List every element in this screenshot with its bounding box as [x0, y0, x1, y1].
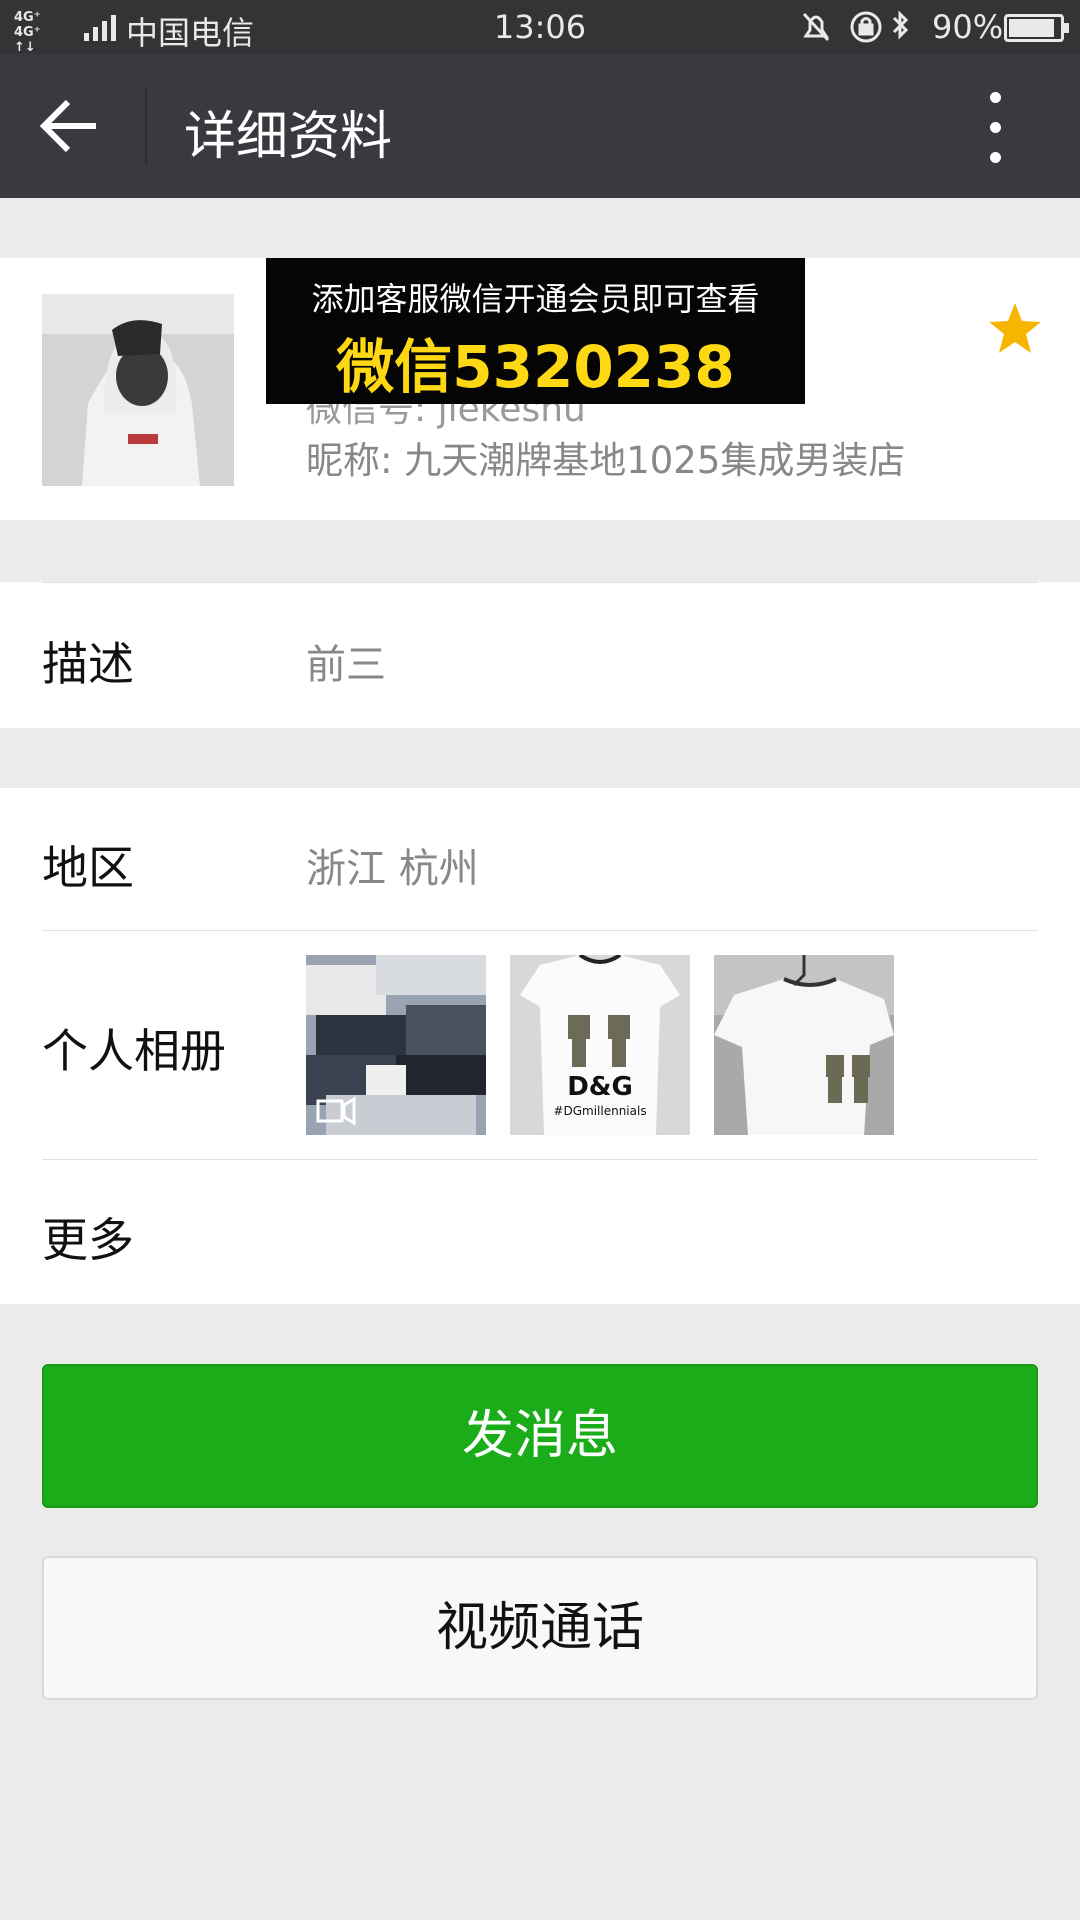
- more-label: 更多: [42, 1213, 134, 1267]
- nickname: 昵称: 九天潮牌基地1025集成男装店: [306, 439, 906, 482]
- back-arrow-icon[interactable]: [40, 98, 100, 154]
- album-thumbnail-tshirt-1[interactable]: D&G #DGmillennials: [510, 955, 690, 1135]
- more-row[interactable]: 更多: [0, 1160, 1080, 1304]
- info-section: 地区 浙江 杭州 个人相册 D&G #DGmillennials 更多: [0, 788, 1080, 1304]
- album-thumbnail-video[interactable]: [306, 955, 486, 1135]
- mute-bell-icon: [802, 12, 830, 42]
- star-icon[interactable]: [986, 300, 1044, 358]
- album-row[interactable]: 个人相册 D&G #DGmillennials: [0, 931, 1080, 1159]
- album-thumbnail-tshirt-2[interactable]: [714, 955, 894, 1135]
- album-label: 个人相册: [42, 1024, 226, 1078]
- region-label: 地区: [42, 841, 134, 895]
- page-title: 详细资料: [184, 107, 393, 167]
- divider: [42, 582, 1038, 583]
- send-message-button[interactable]: 发消息: [42, 1364, 1038, 1508]
- tshirt-brand-text: D&G: [567, 1072, 633, 1102]
- tshirt-sub-text: #DGmillennials: [553, 1104, 646, 1118]
- album-thumbnails: D&G #DGmillennials: [306, 955, 896, 1135]
- description-label: 描述: [42, 637, 134, 691]
- promo-text: 添加客服微信开通会员即可查看: [311, 280, 760, 318]
- description-section[interactable]: 描述 前三: [0, 582, 1080, 728]
- battery-percent: 90%: [932, 8, 1004, 46]
- region-row: 地区 浙江 杭州: [0, 788, 1080, 930]
- battery-icon: [1004, 14, 1069, 42]
- title-bar: 详细资料: [0, 54, 1080, 198]
- bluetooth-icon: [892, 10, 909, 40]
- status-bar: 4G⁺ 4G⁺ ↑↓ 2G 中国电信 13:06 90%: [0, 0, 1080, 70]
- description-value: 前三: [306, 642, 386, 688]
- promo-banner: 添加客服微信开通会员即可查看 微信5320238: [266, 258, 805, 404]
- clock: 13:06: [493, 8, 587, 46]
- more-options-icon[interactable]: [978, 90, 1014, 166]
- title-divider: [145, 88, 147, 164]
- rotation-lock-icon: [850, 11, 882, 43]
- region-value: 浙江 杭州: [306, 846, 479, 892]
- video-call-button[interactable]: 视频通话: [42, 1556, 1038, 1700]
- status-icons: [802, 10, 909, 43]
- avatar[interactable]: [42, 294, 234, 486]
- promo-wechat-number: 微信5320238: [336, 333, 735, 401]
- battery-level-fill: [1009, 19, 1054, 37]
